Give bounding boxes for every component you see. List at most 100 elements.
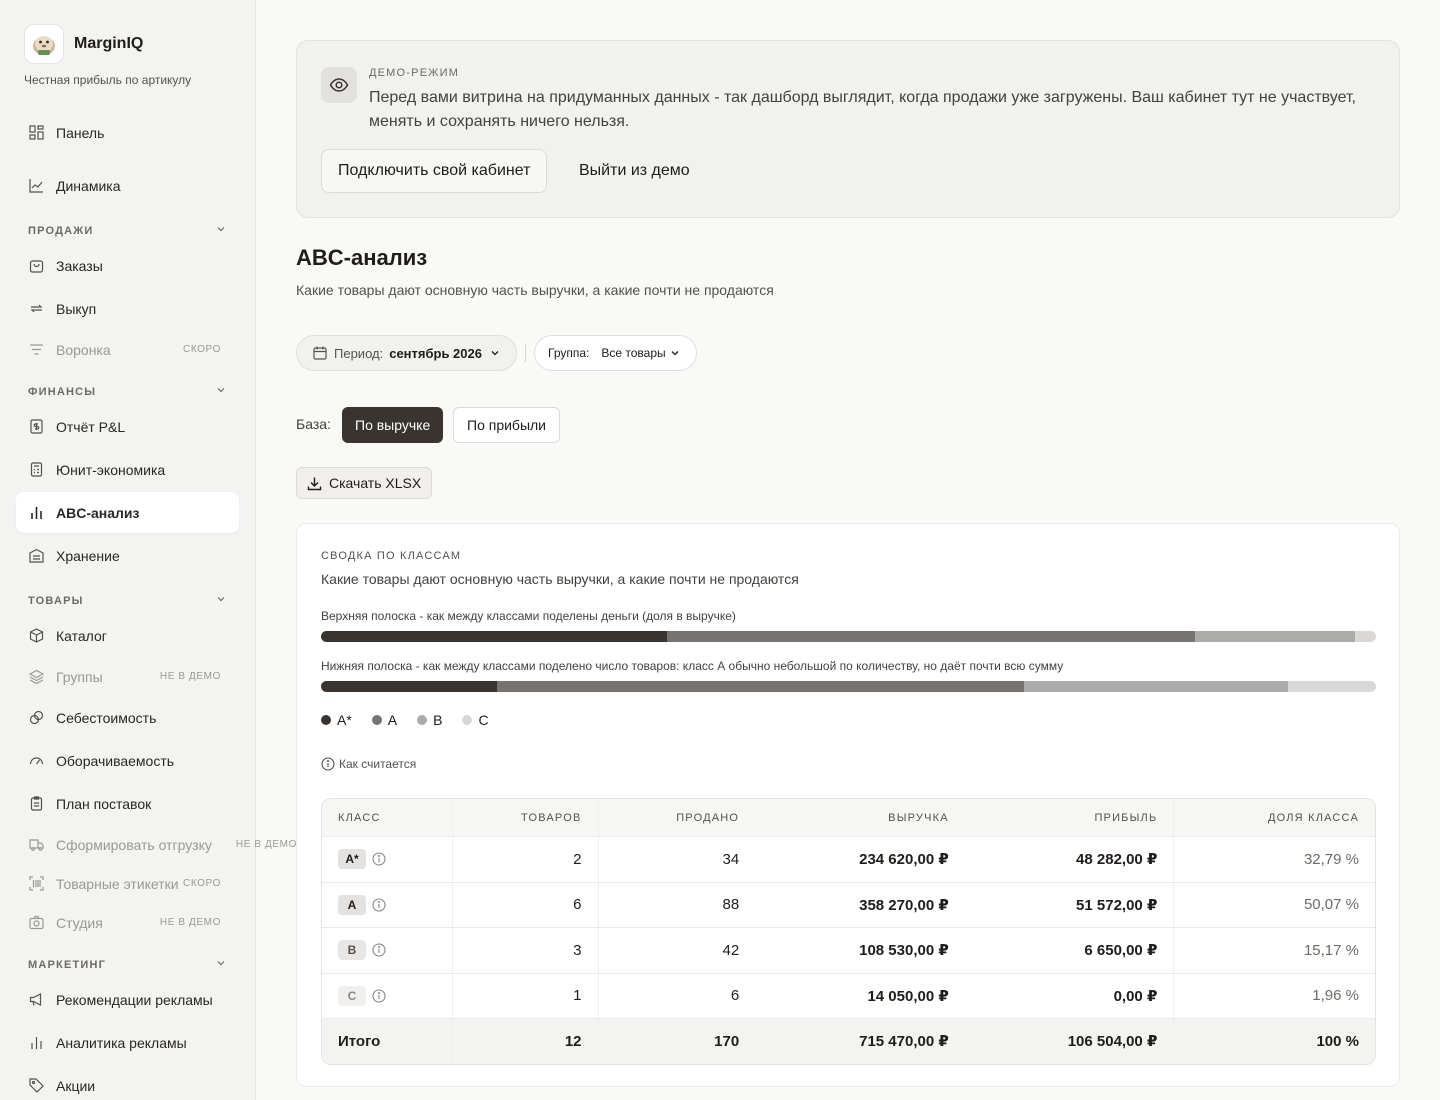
brand[interactable]: MarginIQ	[24, 24, 143, 64]
by-revenue-toggle[interactable]: По выручке	[342, 407, 444, 443]
sidebar-item-unit-economics[interactable]: Юнит-экономика	[16, 449, 239, 490]
header-class[interactable]: КЛАСС	[322, 799, 453, 836]
sidebar-item-ad-recommendations[interactable]: Рекомендации рекламы	[16, 979, 239, 1020]
class-badge: A	[338, 894, 366, 915]
brand-name: MarginIQ	[74, 35, 144, 52]
info-icon[interactable]	[372, 943, 386, 957]
sidebar-item-buyout[interactable]: Выкуп	[16, 288, 239, 329]
header-sold[interactable]: ПРОДАНО	[599, 799, 756, 836]
how-calculated-label: Как считается	[339, 757, 417, 771]
total-label: Итого	[322, 1019, 453, 1064]
sidebar-item-product-labels[interactable]: Товарные этикетки СКОРО	[16, 863, 239, 904]
legend-label: B	[433, 712, 443, 728]
info-icon[interactable]	[372, 898, 386, 912]
page-title: ABC-анализ	[296, 245, 428, 270]
revenue-cell: 234 620,00 ₽	[859, 851, 949, 869]
sidebar-item-storage[interactable]: Хранение	[16, 535, 239, 576]
info-icon[interactable]	[372, 852, 386, 866]
download-icon	[307, 476, 322, 491]
sidebar-item-cost-price[interactable]: Себестоимость	[16, 697, 239, 738]
filter-divider	[525, 344, 526, 362]
sidebar-item-orders[interactable]: Заказы	[16, 245, 239, 286]
sidebar-item-create-shipment[interactable]: Сформировать отгрузку НЕ В ДЕМО	[16, 824, 296, 865]
header-items[interactable]: ТОВАРОВ	[453, 799, 599, 836]
info-icon	[321, 757, 335, 771]
sidebar-item-ad-analytics[interactable]: Аналитика рекламы	[16, 1022, 239, 1063]
chevron-down-icon	[216, 958, 226, 971]
sidebar-item-promotions[interactable]: Акции	[16, 1065, 239, 1100]
sidebar-item-catalog[interactable]: Каталог	[16, 615, 239, 656]
layers-icon	[28, 669, 44, 685]
table-body: A* 2 34 234 620,00 ₽ 48 282,00 ₽ 32,79 % A 6 88 3…	[322, 836, 1375, 1018]
download-label: Скачать XLSX	[329, 475, 422, 491]
grid-icon	[28, 125, 44, 141]
legend-label: A	[387, 712, 398, 728]
revenue-cell: 108 530,00 ₽	[859, 942, 949, 960]
info-icon[interactable]	[372, 989, 386, 1003]
section-finance-header[interactable]: ФИНАНСЫ	[28, 385, 226, 398]
class-badge: B	[338, 940, 366, 961]
table-header: КЛАСС ТОВАРОВ ПРОДАНО ВЫРУЧКА ПРИБЫЛЬ ДО…	[322, 799, 1375, 836]
sidebar-item-dashboard[interactable]: Панель	[16, 112, 239, 153]
section-sales-header[interactable]: ПРОДАЖИ	[28, 224, 226, 237]
sidebar-item-groups[interactable]: Группы НЕ В ДЕМО	[16, 656, 239, 697]
header-revenue[interactable]: ВЫРУЧКА	[755, 799, 965, 836]
box-icon	[28, 628, 44, 644]
demo-banner: ДЕМО-РЕЖИМ Перед вами витрина на придума…	[296, 40, 1400, 218]
share-cell: 50,07 %	[1303, 896, 1359, 914]
period-filter[interactable]: Период: сентябрь 2026	[296, 335, 517, 371]
table-row[interactable]: A 6 88 358 270,00 ₽ 51 572,00 ₽ 50,07 %	[322, 881, 1375, 927]
count-bar-caption: Нижняя полоска - как между классами поде…	[321, 659, 1064, 673]
exit-demo-button[interactable]: Выйти из демо	[579, 149, 690, 193]
share-cell: 32,79 %	[1303, 850, 1359, 868]
total-share: 100 %	[1316, 1032, 1359, 1050]
sidebar-item-label: Динамика	[56, 177, 121, 194]
sidebar-item-label: Товарные этикетки	[56, 875, 179, 892]
revenue-share-segment-1	[666, 631, 1196, 642]
warehouse-icon	[28, 548, 44, 564]
sidebar-item-funnel[interactable]: Воронка СКОРО	[16, 329, 239, 370]
section-marketing-header[interactable]: МАРКЕТИНГ	[28, 958, 226, 971]
sidebar-item-label: Аналитика рекламы	[56, 1034, 187, 1051]
sidebar-item-label: Хранение	[56, 547, 120, 564]
class-badge: C	[338, 985, 366, 1006]
abc-table: КЛАСС ТОВАРОВ ПРОДАНО ВЫРУЧКА ПРИБЫЛЬ ДО…	[321, 798, 1376, 1065]
count-share-segment-0	[321, 681, 497, 692]
revenue-share-segment-0	[321, 631, 667, 642]
sidebar-item-supply-plan[interactable]: План поставок	[16, 783, 239, 824]
sidebar-item-label: Сформировать отгрузку	[56, 836, 212, 853]
bar-chart-icon	[28, 505, 44, 521]
count-share-bar	[321, 681, 1376, 692]
download-xlsx-button[interactable]: Скачать XLSX	[296, 467, 433, 499]
sidebar-item-turnover[interactable]: Оборачиваемость	[16, 740, 239, 781]
header-profit[interactable]: ПРИБЫЛЬ	[965, 799, 1175, 836]
total-profit: 106 504,00 ₽	[965, 1019, 1175, 1064]
by-profit-toggle[interactable]: По прибыли	[453, 407, 560, 443]
sidebar-item-dynamics[interactable]: Динамика	[16, 165, 239, 206]
sidebar-item-pnl[interactable]: Отчёт P&L	[16, 406, 239, 447]
section-title: ПРОДАЖИ	[28, 224, 94, 237]
page-subtitle: Какие товары дают основную часть выручки…	[296, 282, 774, 298]
revenue-share-segment-3	[1355, 631, 1376, 642]
table-row[interactable]: A* 2 34 234 620,00 ₽ 48 282,00 ₽ 32,79 %	[322, 836, 1375, 882]
header-share[interactable]: ДОЛЯ КЛАССА	[1174, 799, 1375, 836]
table-row[interactable]: C 1 6 14 050,00 ₽ 0,00 ₽ 1,96 %	[322, 972, 1375, 1018]
revenue-cell: 14 050,00 ₽	[867, 987, 949, 1005]
table-row[interactable]: B 3 42 108 530,00 ₽ 6 650,00 ₽ 15,17 %	[322, 927, 1375, 973]
group-filter[interactable]: Группа: Все товары	[534, 335, 697, 371]
section-products-header[interactable]: ТОВАРЫ	[28, 594, 226, 607]
calendar-icon	[313, 346, 327, 360]
profit-cell: 6 650,00 ₽	[965, 928, 1175, 973]
not-in-demo-badge: НЕ В ДЕМО	[159, 671, 221, 682]
soon-badge: СКОРО	[183, 344, 221, 355]
sidebar-item-abc-analysis[interactable]: ABC-анализ	[16, 492, 239, 533]
connect-cabinet-button[interactable]: Подключить свой кабинет	[321, 149, 548, 193]
sidebar-item-studio[interactable]: Студия НЕ В ДЕМО	[16, 902, 239, 943]
bar-chart-icon	[28, 1035, 44, 1051]
total-revenue: 715 470,00 ₽	[859, 1033, 949, 1051]
total-items: 12	[453, 1019, 599, 1064]
sidebar-item-label: Воронка	[56, 341, 111, 358]
sidebar-item-label: Панель	[56, 124, 105, 141]
section-title: ФИНАНСЫ	[28, 385, 97, 398]
how-calculated-link[interactable]: Как считается	[321, 757, 416, 771]
